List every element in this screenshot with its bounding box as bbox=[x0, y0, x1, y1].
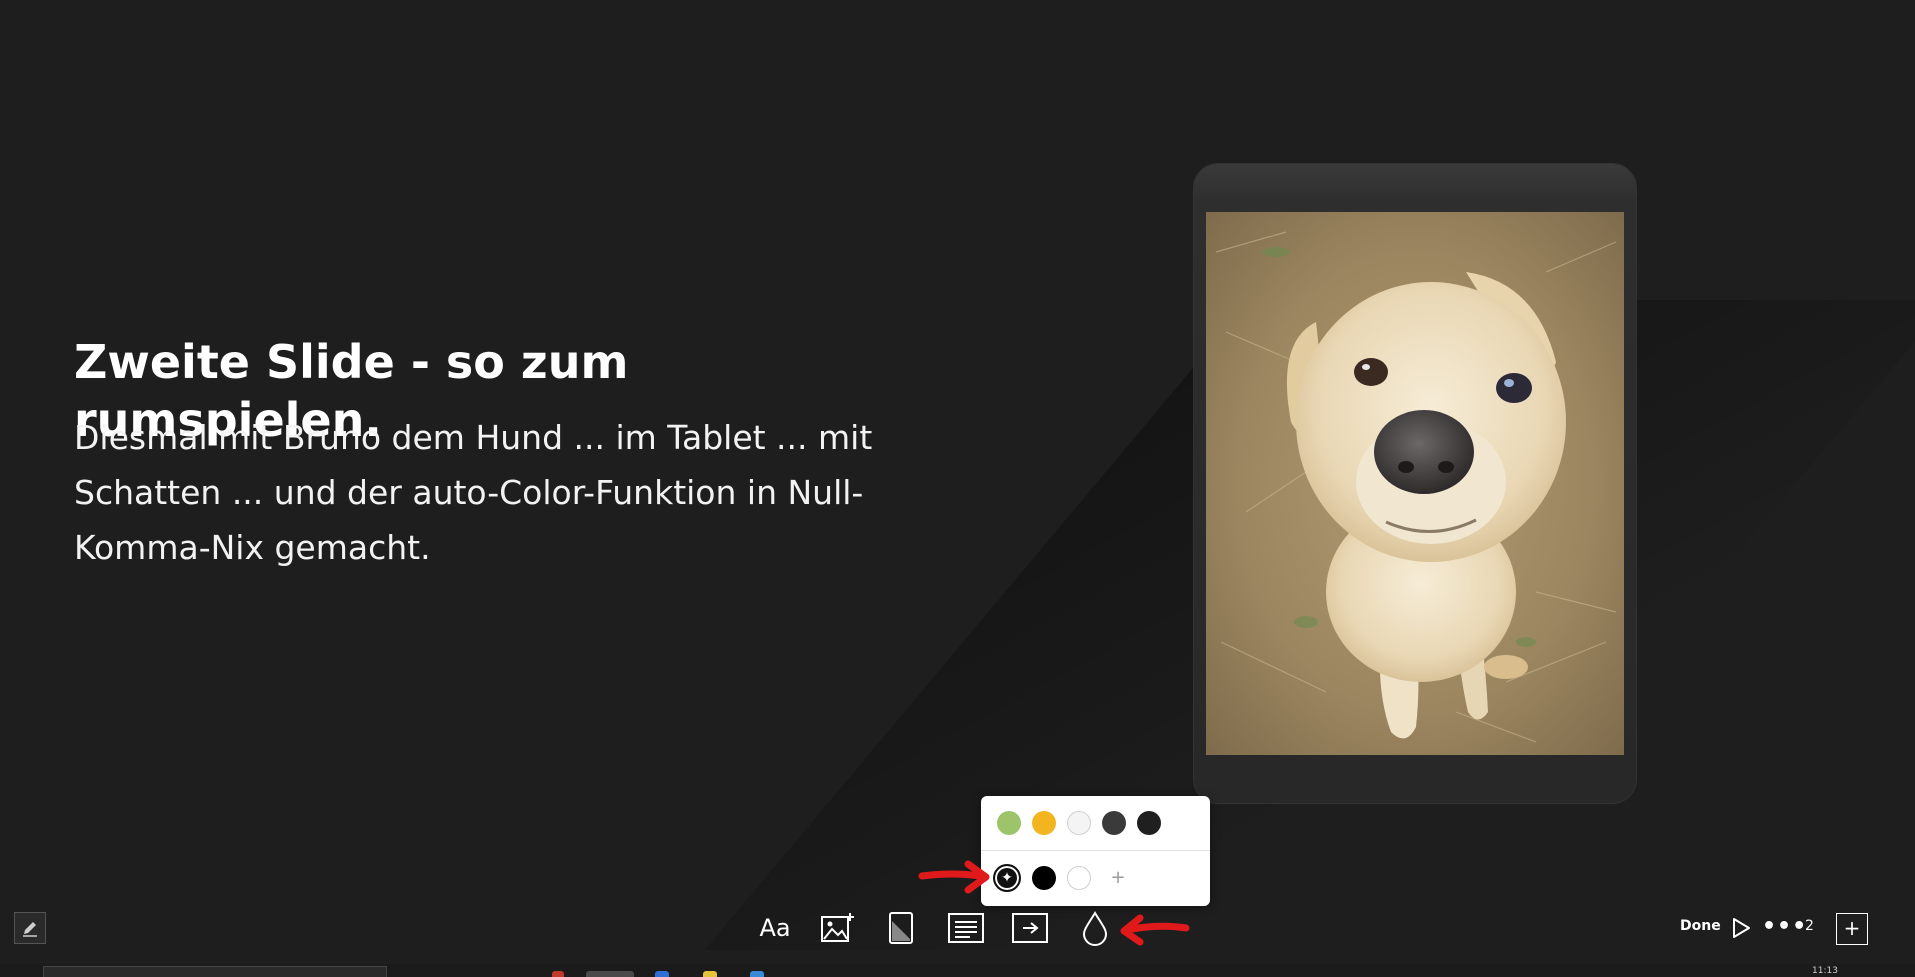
edit-mode-toggle[interactable] bbox=[14, 912, 46, 944]
slide-body-line: Diesmal mit Bruno dem Hund ... im Tablet… bbox=[74, 418, 873, 457]
text-layout-button[interactable] bbox=[948, 910, 984, 946]
taskbar-app-icon[interactable] bbox=[586, 971, 634, 977]
taskbar-app-icon[interactable] bbox=[655, 971, 669, 977]
device-frame-button[interactable] bbox=[888, 910, 914, 946]
theme-color-yellow[interactable] bbox=[1032, 811, 1056, 835]
text-layout-icon bbox=[948, 913, 984, 943]
annotation-arrow-auto-color bbox=[918, 860, 990, 894]
taskbar-clock: 11:13 bbox=[1812, 966, 1838, 976]
tablet-device-frame[interactable] bbox=[1194, 164, 1636, 803]
insert-image-icon bbox=[821, 913, 854, 942]
pencil-icon bbox=[23, 922, 37, 937]
sparkle-icon: ✦ bbox=[1001, 870, 1013, 886]
color-picker-popover: ✦ + bbox=[981, 796, 1210, 906]
insert-image-button[interactable] bbox=[820, 910, 856, 946]
theme-color-white[interactable] bbox=[1067, 811, 1091, 835]
custom-color-black[interactable] bbox=[1032, 866, 1056, 890]
color-drop-icon bbox=[1082, 911, 1108, 946]
add-slide-button[interactable]: + bbox=[1836, 913, 1868, 945]
device-frame-icon bbox=[889, 912, 913, 944]
text-style-button[interactable]: Aa bbox=[758, 910, 792, 946]
export-icon bbox=[1012, 913, 1048, 943]
theme-color-dark-gray[interactable] bbox=[1102, 811, 1126, 835]
slide-body-line: Schatten ... und der auto-Color-Funktion… bbox=[74, 473, 864, 512]
play-icon[interactable] bbox=[1730, 916, 1752, 940]
dog-photo-illustration bbox=[1206, 212, 1624, 755]
color-drop-button[interactable] bbox=[1080, 910, 1110, 946]
slide-body-line: Komma-Nix gemacht. bbox=[74, 528, 431, 567]
more-options-icon[interactable]: ••• bbox=[1762, 914, 1807, 939]
text-style-icon: Aa bbox=[759, 914, 791, 942]
custom-color-white[interactable] bbox=[1067, 866, 1091, 890]
theme-color-green[interactable] bbox=[997, 811, 1021, 835]
add-color-button[interactable]: + bbox=[1106, 866, 1130, 890]
slide-body-text[interactable]: Diesmal mit Bruno dem Hund ... im Tablet… bbox=[74, 410, 904, 575]
annotation-arrow-color-drop bbox=[1120, 914, 1190, 946]
export-button[interactable] bbox=[1012, 910, 1048, 946]
taskbar-search-box[interactable] bbox=[43, 966, 387, 977]
done-button[interactable]: Done bbox=[1680, 918, 1721, 934]
popover-divider bbox=[981, 850, 1210, 851]
theme-color-black[interactable] bbox=[1137, 811, 1161, 835]
presentation-stage: Zweite Slide - so zum rumspielen. Diesma… bbox=[0, 0, 1915, 977]
slide-number: 2 bbox=[1805, 918, 1814, 934]
dog-photo[interactable] bbox=[1206, 212, 1624, 755]
taskbar-app-icon[interactable] bbox=[552, 971, 564, 977]
taskbar-app-icon[interactable] bbox=[703, 971, 717, 977]
taskbar-app-icon[interactable] bbox=[750, 971, 764, 977]
